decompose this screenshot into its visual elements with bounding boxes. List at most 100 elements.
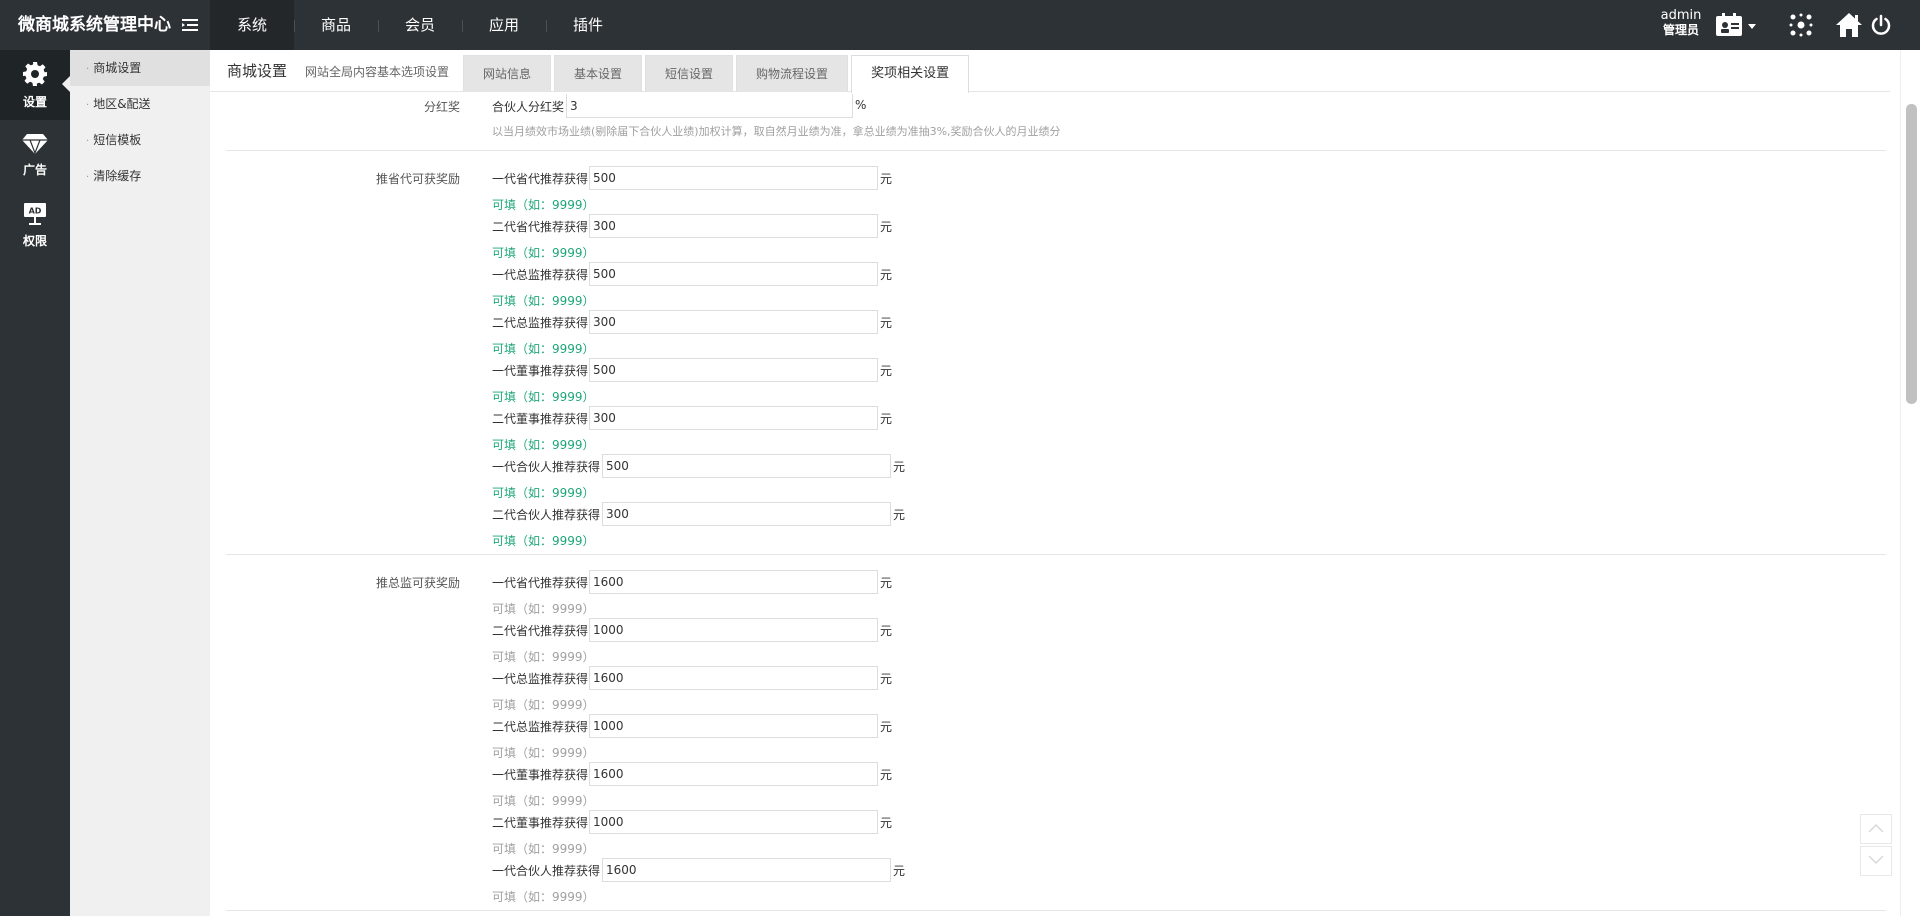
- reward-hint: 可填（如：9999）: [492, 534, 595, 548]
- reward-hint: 可填（如：9999）: [492, 438, 595, 452]
- tab-basic[interactable]: 基本设置: [554, 55, 643, 92]
- reward-unit: 元: [880, 364, 893, 378]
- reward-unit: 元: [880, 268, 893, 282]
- network-icon[interactable]: [1786, 10, 1816, 40]
- page-subtitle: 网站全局内容基本选项设置: [305, 65, 450, 79]
- bullet-icon: ·: [86, 136, 90, 147]
- bullet-icon: ·: [86, 172, 90, 183]
- reward-input-label: 一代总监推荐获得: [492, 268, 589, 282]
- brand-title: 微商城系统管理中心: [18, 15, 171, 35]
- dividend-label: 分红奖: [423, 100, 460, 114]
- reward-unit: 元: [893, 864, 906, 878]
- subnav-sms-templates[interactable]: · 短信模板: [70, 122, 210, 158]
- reward-hint: 可填（如：9999）: [492, 602, 595, 616]
- reward-input-label: 一代董事推荐获得: [492, 768, 589, 782]
- tab-rewards[interactable]: 奖项相关设置: [851, 55, 970, 93]
- gear-icon: [22, 61, 48, 90]
- reward-amount-input[interactable]: [589, 570, 878, 594]
- reward-unit: 元: [880, 412, 893, 426]
- chevron-down-icon: [1868, 854, 1884, 868]
- reward-input-label: 二代总监推荐获得: [492, 720, 589, 734]
- dividend-input-label: 合伙人分红奖: [492, 100, 565, 114]
- reward-amount-input[interactable]: [589, 406, 878, 430]
- reward-unit: 元: [893, 508, 906, 522]
- nav-plugins[interactable]: 插件: [546, 0, 630, 50]
- reward-input-label: 一代省代推荐获得: [492, 172, 589, 186]
- reward-amount-input[interactable]: [589, 762, 878, 786]
- divider: [226, 554, 1886, 555]
- reward-amount-input[interactable]: [589, 358, 878, 382]
- reward-amount-input[interactable]: [589, 666, 878, 690]
- reward-hint: 可填（如：9999）: [492, 294, 595, 308]
- reward-hint: 可填（如：9999）: [492, 246, 595, 260]
- reward-amount-input[interactable]: [589, 214, 878, 238]
- power-icon[interactable]: [1866, 10, 1896, 40]
- settings-tabs: 网站信息 基本设置 短信设置 购物流程设置 奖项相关设置: [463, 55, 972, 93]
- module-settings[interactable]: 设置: [0, 50, 70, 120]
- reward-unit: 元: [880, 768, 893, 782]
- module-permissions[interactable]: AD 权限: [0, 190, 70, 260]
- sub-sidebar: · 商城设置 · 地区&配送 · 短信模板 · 清除缓存: [70, 50, 210, 916]
- reward-input-label: 二代合伙人推荐获得: [492, 508, 601, 522]
- module-ads-label: 广告: [22, 162, 47, 177]
- main-content: 商城设置 网站全局内容基本选项设置 网站信息 基本设置 短信设置 购物流程设置 …: [210, 50, 1900, 916]
- user-card-icon[interactable]: [1710, 10, 1762, 40]
- menu-toggle-icon[interactable]: [182, 17, 200, 33]
- scroll-up-button[interactable]: [1860, 814, 1892, 844]
- home-icon[interactable]: [1834, 10, 1864, 40]
- reward-amount-input[interactable]: [589, 714, 878, 738]
- reward-amount-input[interactable]: [602, 858, 891, 882]
- reward-amount-input[interactable]: [602, 502, 891, 526]
- tab-checkout-flow[interactable]: 购物流程设置: [736, 55, 849, 92]
- reward-hint: 可填（如：9999）: [492, 698, 595, 712]
- reward-input-label: 二代董事推荐获得: [492, 412, 589, 426]
- subnav-mall-settings[interactable]: · 商城设置: [70, 50, 210, 86]
- subnav-clear-cache[interactable]: · 清除缓存: [70, 158, 210, 194]
- scrollbar-thumb[interactable]: [1906, 104, 1917, 404]
- chevron-up-icon: [1868, 822, 1884, 836]
- subnav-label: 地区&配送: [93, 97, 151, 111]
- scroll-down-button[interactable]: [1860, 846, 1892, 876]
- reward-hint: 可填（如：9999）: [492, 794, 595, 808]
- reward-hint: 可填（如：9999）: [492, 390, 595, 404]
- page-title: 商城设置: [227, 62, 288, 80]
- nav-system[interactable]: 系统: [210, 0, 294, 50]
- reward-input-label: 二代省代推荐获得: [492, 624, 589, 638]
- reward-amount-input[interactable]: [589, 166, 878, 190]
- dividend-input[interactable]: [566, 94, 853, 118]
- reward-input-label: 二代总监推荐获得: [492, 316, 589, 330]
- user-role: 管理员: [1662, 23, 1699, 37]
- tab-site-info[interactable]: 网站信息: [463, 55, 552, 92]
- reward-hint: 可填（如：9999）: [492, 198, 595, 212]
- module-ads[interactable]: 广告: [0, 120, 70, 190]
- reward-unit: 元: [880, 172, 893, 186]
- nav-apps[interactable]: 应用: [462, 0, 546, 50]
- reward-unit: 元: [880, 316, 893, 330]
- nav-goods[interactable]: 商品: [294, 0, 378, 50]
- reward-unit: 元: [880, 672, 893, 686]
- reward-unit: 元: [880, 816, 893, 830]
- reward-amount-input[interactable]: [589, 618, 878, 642]
- reward-hint: 可填（如：9999）: [492, 890, 595, 904]
- subnav-label: 商城设置: [93, 61, 142, 75]
- reward-amount-input[interactable]: [602, 454, 891, 478]
- reward-group-label: 推总监可获奖励: [375, 576, 460, 590]
- subnav-region-delivery[interactable]: · 地区&配送: [70, 86, 210, 122]
- reward-unit: 元: [880, 576, 893, 590]
- reward-amount-input[interactable]: [589, 810, 878, 834]
- reward-input-label: 一代董事推荐获得: [492, 364, 589, 378]
- user-name: admin: [1660, 8, 1702, 23]
- reward-hint: 可填（如：9999）: [492, 650, 595, 664]
- reward-group-label: 推省代可获奖励: [375, 172, 460, 186]
- reward-unit: 元: [880, 220, 893, 234]
- user-info[interactable]: admin 管理员: [1658, 8, 1704, 38]
- divider: [226, 910, 1886, 911]
- reward-input-label: 二代省代推荐获得: [492, 220, 589, 234]
- reward-amount-input[interactable]: [589, 262, 878, 286]
- reward-hint: 可填（如：9999）: [492, 746, 595, 760]
- diamond-icon: [21, 133, 49, 158]
- tab-sms[interactable]: 短信设置: [645, 55, 734, 92]
- reward-amount-input[interactable]: [589, 310, 878, 334]
- nav-members[interactable]: 会员: [378, 0, 462, 50]
- reward-input-label: 一代合伙人推荐获得: [492, 460, 601, 474]
